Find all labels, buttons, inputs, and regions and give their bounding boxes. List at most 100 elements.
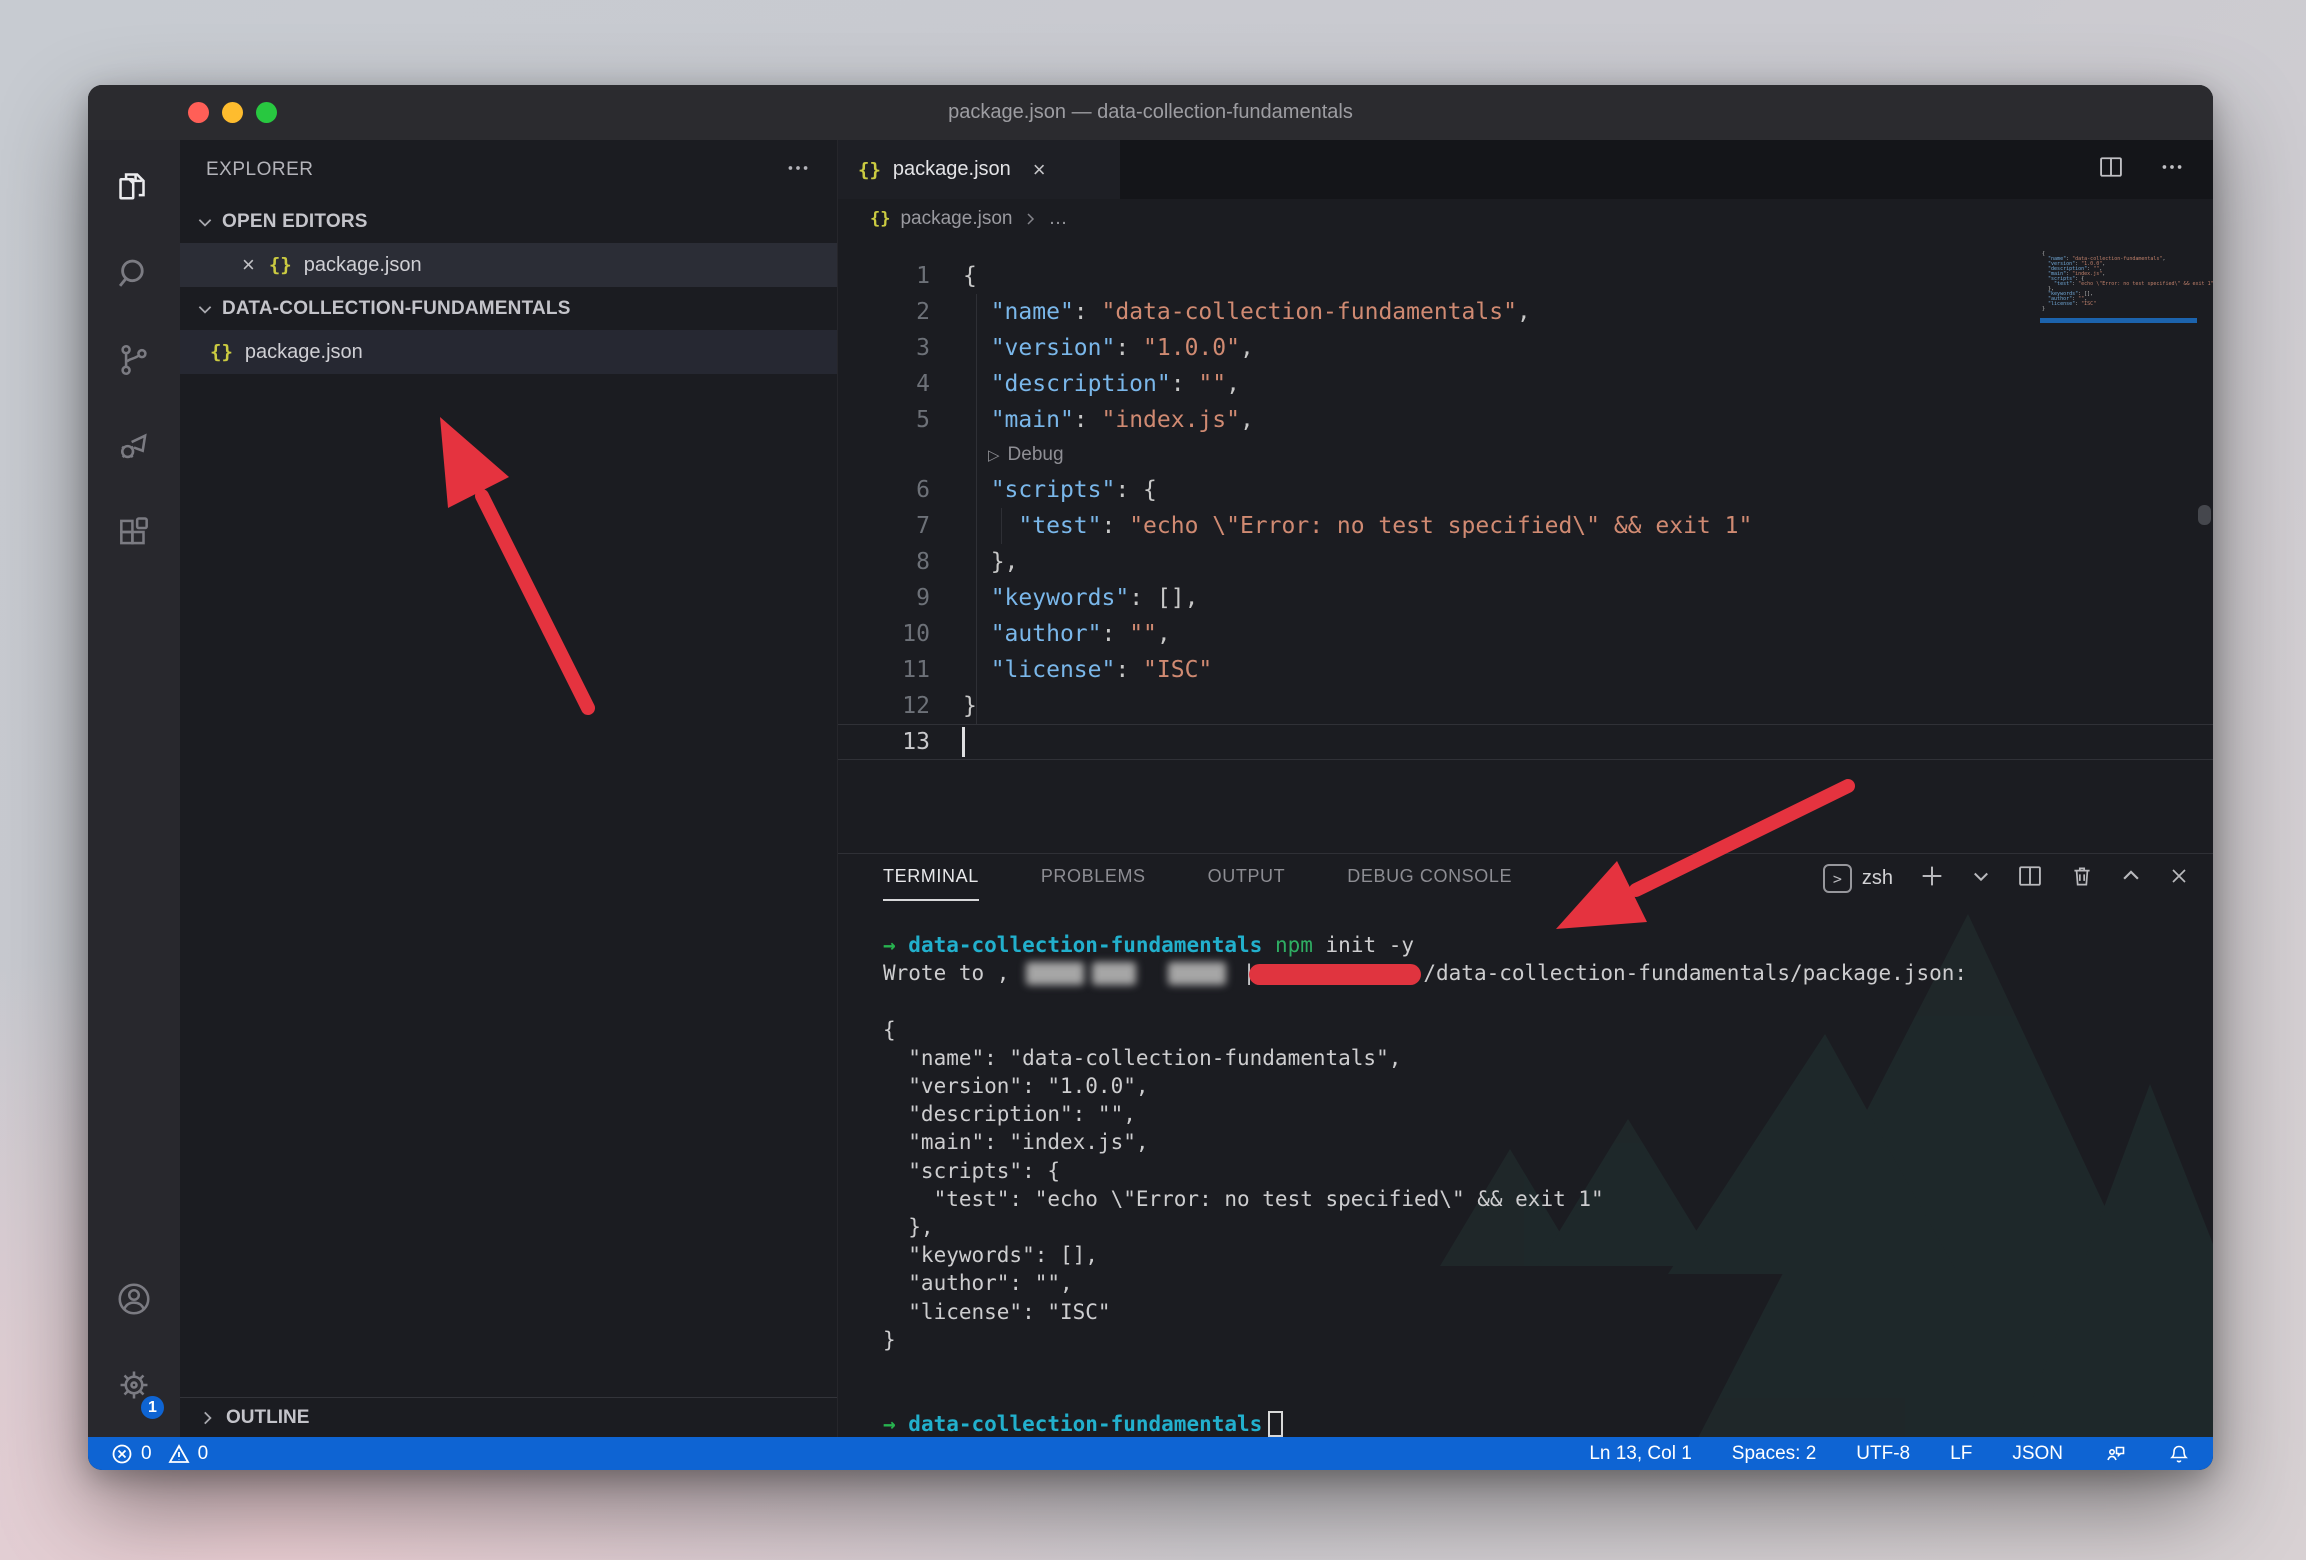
code-line-13[interactable]: 13 xyxy=(838,724,2213,760)
redacted-blur-box xyxy=(1092,962,1136,985)
eol-status[interactable]: LF xyxy=(1950,1443,1972,1465)
accounts-button[interactable] xyxy=(88,1265,180,1337)
tab-close-icon[interactable]: × xyxy=(1033,157,1046,183)
zoom-window-button[interactable] xyxy=(256,102,277,123)
json-braces-icon: {} xyxy=(858,159,881,181)
explorer-tab-icon[interactable] xyxy=(88,154,180,226)
code-line-12[interactable]: 12} xyxy=(838,688,2213,724)
error-icon xyxy=(110,1442,134,1466)
terminal-line: "name": "data-collection-fundamentals", xyxy=(883,1044,2203,1072)
red-redaction-marker xyxy=(1249,964,1421,985)
code-line-8[interactable]: 8 }, xyxy=(838,544,2213,580)
tab-label: package.json xyxy=(893,158,1011,181)
close-window-button[interactable] xyxy=(188,102,209,123)
notifications-bell-icon[interactable] xyxy=(2167,1442,2191,1466)
terminal-line: "keywords": [], xyxy=(883,1241,2203,1269)
minimize-window-button[interactable] xyxy=(222,102,243,123)
terminal-line xyxy=(883,987,2203,1015)
breadcrumb[interactable]: {} package.json … xyxy=(838,199,2213,239)
cursor-position-status[interactable]: Ln 13, Col 1 xyxy=(1589,1443,1691,1465)
panel-tab-output[interactable]: OUTPUT xyxy=(1208,866,1286,901)
editor-scrollbar[interactable] xyxy=(2198,505,2211,525)
editor-more-actions-icon[interactable] xyxy=(2159,154,2185,185)
close-editor-icon[interactable]: × xyxy=(242,252,255,278)
split-terminal-icon[interactable] xyxy=(2016,862,2044,895)
code-line-3[interactable]: 3 "version": "1.0.0", xyxy=(838,330,2213,366)
redacted-blur-box xyxy=(1168,962,1226,985)
code-line-10[interactable]: 10 "author": "", xyxy=(838,616,2213,652)
settings-button[interactable]: 1 xyxy=(88,1351,180,1423)
code-line-1[interactable]: 1{ xyxy=(838,258,2213,294)
terminal-line: "scripts": { xyxy=(883,1157,2203,1185)
terminal-line: "author": "", xyxy=(883,1269,2203,1297)
search-tab-icon[interactable] xyxy=(88,240,180,312)
explorer-sidebar: EXPLORER OPEN EDITORS × {} package.json … xyxy=(180,140,838,1437)
close-panel-icon[interactable] xyxy=(2167,864,2191,893)
breadcrumb-symbol[interactable]: … xyxy=(1048,208,1067,230)
json-braces-icon: {} xyxy=(870,209,890,229)
maximize-panel-icon[interactable] xyxy=(2120,865,2142,892)
code-line-6[interactable]: 6 "scripts": { xyxy=(838,472,2213,508)
code-line-5[interactable]: 5 "main": "index.js", xyxy=(838,402,2213,438)
panel-tab-problems[interactable]: PROBLEMS xyxy=(1041,866,1146,901)
settings-badge: 1 xyxy=(139,1394,166,1421)
breadcrumb-file[interactable]: package.json xyxy=(900,208,1012,230)
panel-tab-terminal[interactable]: TERMINAL xyxy=(883,866,979,901)
feedback-icon[interactable] xyxy=(2103,1442,2127,1466)
terminal-instance-zsh[interactable]: > zsh xyxy=(1823,864,1893,893)
warning-count: 0 xyxy=(198,1443,209,1465)
minimap-content: 1{2 "name": "data-collection-fundamental… xyxy=(2040,252,2197,317)
kill-terminal-icon[interactable] xyxy=(2069,863,2095,894)
code-editor[interactable]: 1{2 "name": "data-collection-fundamental… xyxy=(838,239,2213,853)
extensions-icon xyxy=(115,513,153,556)
minimap-current-line xyxy=(2040,318,2197,323)
codelens-debug[interactable]: ▷Debug xyxy=(838,438,2213,472)
terminal-line: → data-collection-fundamentals npm init … xyxy=(883,931,2203,959)
source-control-tab-icon[interactable] xyxy=(88,326,180,398)
terminal-line: "version": "1.0.0", xyxy=(883,1072,2203,1100)
vscode-window: package.json — data-collection-fundament… xyxy=(88,85,2213,1470)
code-line-11[interactable]: 11 "license": "ISC" xyxy=(838,652,2213,688)
json-braces-icon: {} xyxy=(269,254,292,276)
tab-package-json[interactable]: {} package.json × xyxy=(838,140,1120,199)
split-editor-icon[interactable] xyxy=(2097,153,2125,186)
terminal-line: → data-collection-fundamentals xyxy=(883,1410,2203,1437)
launch-profile-chevron-icon[interactable] xyxy=(1971,866,1991,891)
code-line-9[interactable]: 9 "keywords": [], xyxy=(838,580,2213,616)
terminal-icon: > xyxy=(1823,864,1852,893)
explorer-title: EXPLORER xyxy=(206,159,313,181)
folder-section-header[interactable]: DATA-COLLECTION-FUNDAMENTALS xyxy=(180,287,837,330)
title-bar: package.json — data-collection-fundament… xyxy=(88,85,2213,140)
problems-status[interactable]: 0 0 xyxy=(110,1442,208,1466)
open-editor-item-package-json[interactable]: × {} package.json xyxy=(180,243,837,287)
language-mode-status[interactable]: JSON xyxy=(2012,1443,2063,1465)
status-bar: 0 0 Ln 13, Col 1 Spaces: 2 UTF-8 LF JSON xyxy=(88,1437,2213,1470)
code-line-2[interactable]: 2 "name": "data-collection-fundamentals"… xyxy=(838,294,2213,330)
panel-tab-debug-console[interactable]: DEBUG CONSOLE xyxy=(1347,866,1512,901)
new-terminal-icon[interactable] xyxy=(1918,862,1946,895)
minimap[interactable]: 1{2 "name": "data-collection-fundamental… xyxy=(2040,252,2197,336)
encoding-status[interactable]: UTF-8 xyxy=(1856,1443,1910,1465)
explorer-more-actions-icon[interactable] xyxy=(785,155,811,186)
outline-section-header[interactable]: OUTLINE xyxy=(180,1397,837,1437)
editor-group: {} package.json × {} package.json … 1{2 … xyxy=(838,140,2213,1437)
activity-bar: 1 xyxy=(88,140,180,1437)
json-braces-icon: {} xyxy=(210,341,233,363)
run-debug-tab-icon[interactable] xyxy=(88,412,180,484)
terminal-line: "test": "echo \"Error: no test specified… xyxy=(883,1185,2203,1213)
indentation-status[interactable]: Spaces: 2 xyxy=(1732,1443,1817,1465)
terminal-line: "license": "ISC" xyxy=(883,1297,2203,1325)
open-editors-section-header[interactable]: OPEN EDITORS xyxy=(180,200,837,243)
chevron-down-icon xyxy=(196,213,214,231)
git-branch-icon xyxy=(115,341,153,384)
terminal-line: { xyxy=(883,1016,2203,1044)
terminal-line: }, xyxy=(883,1213,2203,1241)
debug-icon xyxy=(115,427,153,470)
tree-item-package-json[interactable]: {} package.json xyxy=(180,330,837,374)
terminal-panel: TERMINAL PROBLEMS OUTPUT DEBUG CONSOLE >… xyxy=(838,853,2213,1437)
code-line-4[interactable]: 4 "description": "", xyxy=(838,366,2213,402)
extensions-tab-icon[interactable] xyxy=(88,498,180,570)
files-icon xyxy=(115,169,153,212)
code-line-7[interactable]: 7 "test": "echo \"Error: no test specifi… xyxy=(838,508,2213,544)
terminal-content[interactable]: → data-collection-fundamentals npm init … xyxy=(883,931,2203,1437)
